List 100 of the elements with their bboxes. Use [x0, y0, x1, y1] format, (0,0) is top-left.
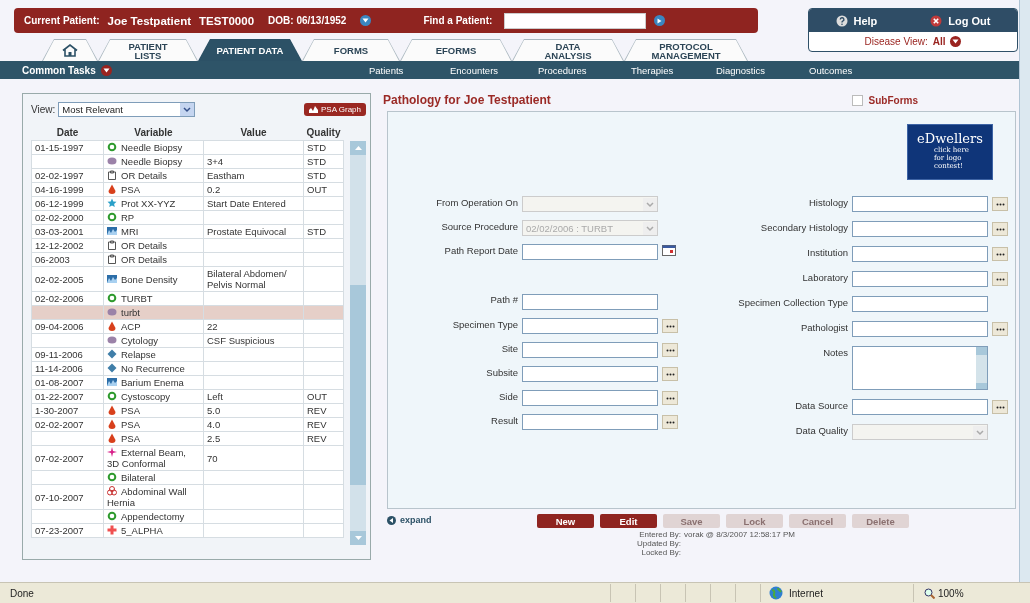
checkbox[interactable] — [851, 94, 863, 106]
date-cell: 04-16-1999 — [31, 182, 104, 197]
scrollbar[interactable] — [350, 141, 366, 545]
chart-icon — [308, 106, 318, 113]
variable-cell: OR Details — [103, 238, 204, 253]
play-icon — [657, 17, 663, 24]
field-label: Path # — [489, 294, 518, 305]
dropdown-button[interactable] — [360, 15, 372, 26]
view-select[interactable]: Most Relevant — [58, 102, 196, 117]
input-field[interactable] — [522, 318, 658, 334]
column-header: Date — [31, 125, 104, 141]
lookup-button[interactable] — [992, 322, 1008, 336]
field-label: Site — [500, 343, 518, 354]
go-button[interactable] — [654, 15, 666, 26]
zoom-control[interactable]: 100% — [913, 584, 984, 602]
input-field[interactable] — [522, 414, 658, 430]
variable-cell: ACP — [103, 319, 204, 334]
nav-link[interactable]: Therapies — [631, 64, 716, 76]
date-cell: 06-2003 — [31, 252, 104, 267]
ring-icon — [107, 472, 117, 482]
input-field[interactable] — [522, 390, 658, 406]
lookup-button[interactable] — [992, 197, 1008, 211]
lookup-button[interactable] — [662, 319, 678, 333]
sparkle-icon — [107, 447, 117, 457]
scrollbar[interactable] — [1019, 0, 1030, 582]
nav-tab[interactable]: DATA ANALYSIS — [512, 39, 624, 61]
table-row[interactable]: 02-02-2005 Bone Density Bilateral Abdomen/ Pelvis Normal — [31, 266, 344, 292]
field-label: From Operation On — [435, 197, 518, 208]
quality-cell — [303, 445, 344, 471]
input-field[interactable] — [852, 399, 988, 415]
lookup-button[interactable] — [662, 367, 678, 381]
zone-text: Internet — [789, 587, 823, 599]
lookup-button[interactable] — [992, 272, 1008, 286]
table-row[interactable]: 01-15-1997 Needle Biopsy STD — [31, 140, 344, 155]
disease-view-value[interactable]: All — [932, 36, 946, 47]
variable-cell: External Beam, 3D Conformal — [103, 445, 204, 471]
dropdown-button[interactable] — [100, 64, 112, 76]
lookup-button[interactable] — [662, 391, 678, 405]
nav-tab[interactable]: PROTOCOL MANAGEMENT — [624, 39, 748, 61]
nav-tab[interactable]: PATIENT DATA — [198, 39, 302, 61]
input-field[interactable] — [852, 271, 988, 287]
variable-cell: PSA — [103, 403, 204, 418]
lookup-button[interactable] — [992, 400, 1008, 414]
input-field[interactable] — [852, 296, 988, 312]
input-field[interactable] — [852, 321, 988, 337]
quality-cell — [303, 333, 344, 348]
input-field[interactable] — [522, 294, 658, 310]
input-field[interactable] — [522, 342, 658, 358]
scan-icon — [107, 226, 117, 236]
lookup-button[interactable] — [662, 415, 678, 429]
table-row[interactable]: 07-02-2007 External Beam, 3D Conformal 70 — [31, 445, 344, 471]
column-header: Value — [203, 125, 304, 141]
lookup-button[interactable] — [992, 247, 1008, 261]
help-link[interactable]: Help — [835, 14, 878, 27]
nav-link[interactable]: Procedures — [538, 64, 631, 76]
nav-tab[interactable]: PATIENT LISTS — [98, 39, 198, 61]
input-field[interactable] — [852, 246, 988, 262]
nav-link[interactable]: Outcomes — [809, 64, 889, 76]
date-cell: 02-02-2000 — [31, 210, 104, 225]
quality-cell — [303, 305, 344, 320]
calendar-icon[interactable] — [662, 245, 676, 256]
variable-cell: Needle Biopsy — [103, 154, 204, 169]
input-field[interactable] — [522, 244, 658, 260]
date-cell: 09-04-2006 — [31, 319, 104, 334]
more-icon — [995, 327, 1005, 331]
chevron-icon — [362, 18, 370, 23]
quality-cell: STD — [303, 168, 344, 183]
scroll-up-icon[interactable] — [350, 141, 366, 155]
search-field[interactable] — [504, 12, 647, 29]
nav-tab[interactable]: FORMS — [302, 39, 400, 61]
lookup-button[interactable] — [662, 343, 678, 357]
notes-field[interactable] — [852, 346, 988, 390]
action-button[interactable]: New — [537, 514, 594, 528]
scroll-down-icon[interactable] — [350, 531, 366, 545]
scroll-thumb[interactable] — [350, 285, 366, 485]
nav-link[interactable]: Encounters — [450, 64, 538, 76]
input-field[interactable] — [522, 366, 658, 382]
table-row[interactable]: 07-10-2007 Abdominal Wall Hernia — [31, 484, 344, 510]
common-tasks-menu[interactable]: Common Tasks — [22, 64, 96, 76]
find-label: Find a Patient: — [423, 15, 493, 26]
dropdown-button[interactable] — [950, 36, 962, 47]
expand-link[interactable]: expand — [387, 515, 537, 525]
column-header: Quality — [303, 125, 344, 141]
input-field[interactable] — [852, 221, 988, 237]
nav-link[interactable]: Diagnostics — [716, 64, 809, 76]
graph-button[interactable]: PSA Graph — [303, 103, 366, 116]
nav-link[interactable]: Patients — [369, 64, 450, 76]
scrollbar[interactable] — [976, 347, 987, 389]
lookup-button[interactable] — [992, 222, 1008, 236]
date-cell: 12-12-2002 — [31, 238, 104, 253]
action-button[interactable]: Edit — [600, 514, 657, 528]
subforms-checkbox[interactable]: SubForms — [851, 94, 918, 106]
variable-cell: OR Details — [103, 168, 204, 183]
ring-icon — [107, 142, 117, 152]
nav-tab[interactable]: EFORMS — [400, 39, 512, 61]
logout-link[interactable]: Log Out — [930, 14, 991, 27]
chevron-icon — [973, 425, 987, 439]
input-field[interactable] — [852, 196, 988, 212]
field-label: Specimen Collection Type — [737, 297, 848, 308]
value-cell: 2.5 — [203, 431, 304, 446]
